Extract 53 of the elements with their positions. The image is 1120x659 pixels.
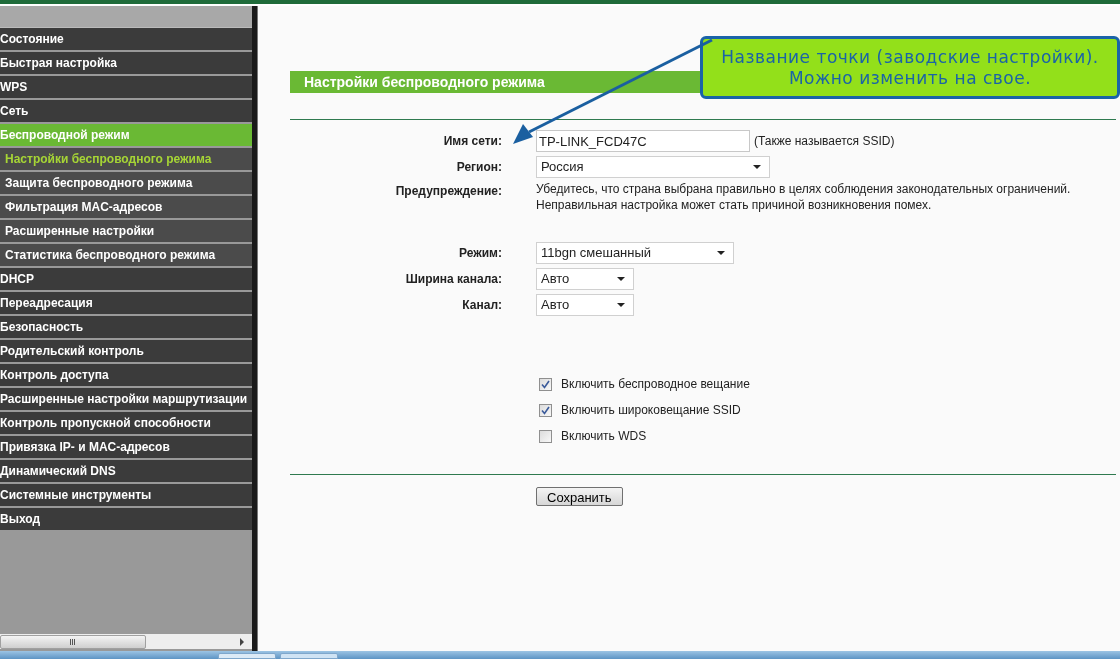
callout-text: Название точки (заводские настройки). bbox=[721, 46, 1099, 68]
sidebar-item[interactable]: Сеть bbox=[0, 100, 252, 122]
sidebar-item[interactable]: Расширенные настройки bbox=[0, 220, 252, 242]
sidebar-item[interactable]: Контроль пропускной способности bbox=[0, 412, 252, 434]
sidebar-item[interactable]: Системные инструменты bbox=[0, 484, 252, 506]
horizontal-scrollbar[interactable] bbox=[0, 634, 252, 649]
sidebar-item[interactable]: Переадресация bbox=[0, 292, 252, 314]
checkbox-label: Включить широковещание SSID bbox=[561, 402, 741, 419]
grip-icon bbox=[70, 638, 76, 645]
checkbox[interactable] bbox=[539, 429, 552, 443]
sidebar-item[interactable]: Фильтрация MAC-адресов bbox=[0, 196, 252, 218]
save-button[interactable]: Сохранить bbox=[536, 487, 623, 506]
sidebar-item[interactable]: WPS bbox=[0, 76, 252, 98]
network-name-field[interactable]: TP-LINK_FCD47C bbox=[536, 130, 750, 152]
sidebar-item[interactable]: Настройки беспроводного режима bbox=[0, 148, 252, 170]
taskbar-button[interactable] bbox=[218, 653, 276, 659]
sidebar-item[interactable]: Контроль доступа bbox=[0, 364, 252, 386]
dropdown-caret-icon bbox=[717, 251, 725, 255]
sidebar-item[interactable]: Динамический DNS bbox=[0, 460, 252, 482]
dropdown[interactable]: Россия bbox=[536, 156, 770, 178]
warning-text: Убедитесь, что страна выбрана правильно в целях соблюдения законодательных ограничений. Неправильная настройка может стать причиной возникновения помех. bbox=[536, 181, 1072, 213]
callout-text: Можно изменить на свое. bbox=[788, 67, 1032, 89]
dropdown[interactable]: 11bgn смешанный bbox=[536, 242, 734, 264]
sidebar-item[interactable]: Защита беспроводного режима bbox=[0, 172, 252, 194]
sidebar-item[interactable]: Быстрая настройка bbox=[0, 52, 252, 74]
taskbar-button[interactable] bbox=[280, 653, 338, 659]
field-label: Режим: bbox=[459, 245, 502, 262]
sidebar-item[interactable]: Безопасность bbox=[0, 316, 252, 338]
checkbox-label: Включить беспроводное вещание bbox=[561, 376, 750, 393]
checkbox[interactable] bbox=[539, 377, 552, 391]
dropdown[interactable]: Авто bbox=[536, 294, 634, 316]
sidebar-item[interactable]: Статистика беспроводного режима bbox=[0, 244, 252, 266]
field-label: Ширина канала: bbox=[405, 271, 502, 288]
field-hint: (Также называется SSID) bbox=[754, 133, 895, 150]
checkbox-label: Включить WDS bbox=[561, 428, 647, 445]
field-label: Имя сети: bbox=[443, 133, 502, 150]
page-title: Настройки беспроводного режима bbox=[304, 72, 545, 92]
sidebar-item[interactable]: Привязка IP- и MAC-адресов bbox=[0, 436, 252, 458]
dropdown-caret-icon bbox=[617, 277, 625, 281]
dropdown-caret-icon bbox=[617, 303, 625, 307]
field-label: Регион: bbox=[456, 159, 502, 176]
sidebar-item[interactable]: Состояние bbox=[0, 28, 252, 50]
scroll-right-icon[interactable] bbox=[240, 637, 244, 646]
dropdown-caret-icon bbox=[753, 165, 761, 169]
scrollbar-thumb[interactable] bbox=[0, 634, 146, 649]
sidebar-item[interactable]: Родительский контроль bbox=[0, 340, 252, 362]
sidebar-item[interactable]: Расширенные настройки маршрутизации bbox=[0, 388, 252, 410]
checkbox[interactable] bbox=[539, 403, 552, 417]
sidebar-item[interactable]: Выход bbox=[0, 508, 252, 530]
field-label: Канал: bbox=[462, 297, 502, 314]
sidebar-item[interactable]: DHCP bbox=[0, 268, 252, 290]
dropdown[interactable]: Авто bbox=[536, 268, 634, 290]
field-label: Предупреждение: bbox=[395, 183, 502, 200]
